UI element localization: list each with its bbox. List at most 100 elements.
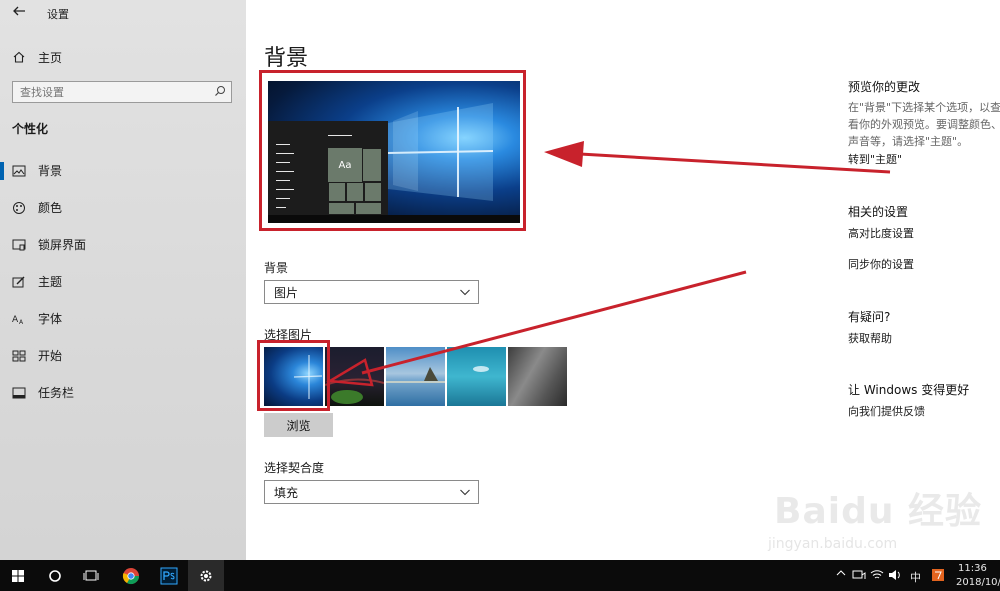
chevron-down-icon [460, 489, 470, 496]
preview-tile-aa: Aa [328, 148, 362, 182]
desktop-preview: Aa [268, 81, 520, 223]
menu-line [276, 198, 290, 199]
thumbnail-beach[interactable] [386, 347, 445, 406]
notification-app-button[interactable] [931, 568, 945, 585]
photoshop-icon [160, 567, 178, 584]
sidebar-item-colors[interactable]: 颜色 [0, 189, 246, 226]
clock-date[interactable]: 2018/10/2 [956, 577, 1000, 588]
cortana-button[interactable] [37, 560, 73, 591]
svg-text:A: A [19, 319, 24, 326]
sidebar-item-label: 颜色 [38, 201, 63, 215]
preview-tile [328, 202, 355, 215]
thumbnail-highlight-box [257, 340, 330, 411]
sidebar-item-background[interactable]: 背景 [0, 152, 246, 189]
menu-line [276, 171, 294, 172]
menu-line [276, 153, 294, 154]
background-label: 背景 [264, 261, 289, 275]
back-arrow-icon [13, 6, 25, 16]
browse-button[interactable]: 浏览 [264, 413, 333, 437]
background-type-value: 图片 [274, 285, 299, 300]
watermark-text: Baidu 经验 [774, 491, 983, 532]
image-icon [12, 164, 26, 178]
chrome-icon [122, 567, 140, 584]
sidebar-item-start[interactable]: 开始 [0, 337, 246, 374]
fit-value: 填充 [274, 485, 299, 500]
better-windows-heading: 让 Windows 变得更好 [848, 383, 970, 397]
search-icon[interactable] [214, 85, 226, 97]
sidebar-item-lockscreen[interactable]: 锁屏界面 [0, 226, 246, 263]
get-help-link[interactable]: 获取帮助 [848, 330, 892, 346]
sidebar-item-label: 开始 [38, 349, 63, 363]
feedback-link[interactable]: 向我们提供反馈 [848, 403, 925, 419]
goto-theme-link[interactable]: 转到"主题" [848, 151, 902, 167]
search-box[interactable] [12, 81, 232, 103]
chrome-taskbar-button[interactable] [113, 560, 149, 591]
nav-list: 背景 颜色 锁屏界面 主题 AA 字体 开始 任务栏 [0, 152, 246, 411]
sidebar-item-label: 任务栏 [38, 386, 75, 400]
sidebar-item-label: 字体 [38, 312, 63, 326]
back-button[interactable] [10, 4, 28, 22]
task-view-button[interactable] [73, 560, 109, 591]
sidebar-item-label: 背景 [38, 164, 63, 178]
menu-line [276, 189, 294, 190]
app-title: 设置 [47, 8, 69, 21]
volume-tray-button[interactable] [888, 569, 902, 584]
taskbar-icon [12, 386, 26, 400]
sidebar-item-fonts[interactable]: AA 字体 [0, 300, 246, 337]
sidebar-item-label: 主题 [38, 275, 63, 289]
start-button[interactable] [0, 560, 36, 591]
clock-time[interactable]: 11:36 [958, 563, 987, 574]
preview-tile [328, 182, 346, 202]
background-type-select[interactable]: 图片 [264, 280, 479, 304]
settings-sidebar: 设置 主页 个性化 背景 颜色 锁屏界面 [0, 0, 246, 560]
ime-indicator[interactable]: 中 [910, 569, 921, 585]
photoshop-taskbar-button[interactable] [151, 560, 187, 591]
fit-label: 选择契合度 [264, 461, 325, 475]
fit-select[interactable]: 填充 [264, 480, 479, 504]
system-tray: 中 11:36 2018/10/2 [830, 560, 1000, 591]
high-contrast-link[interactable]: 高对比度设置 [848, 225, 914, 241]
right-panel: 预览你的更改 在"背景"下选择某个选项，以查看你的外观预览。要调整颜色、声音等，… [826, 0, 1000, 560]
watermark-sub: jingyan.baidu.com [768, 536, 898, 552]
preview-heading: 预览你的更改 [848, 80, 921, 94]
windows-start-icon [12, 569, 24, 582]
home-icon [13, 51, 25, 63]
chevron-up-icon [836, 570, 846, 576]
window-controls [940, 0, 1000, 24]
show-hidden-icons-button[interactable] [836, 569, 846, 580]
wifi-icon [870, 570, 884, 579]
title-bar: 设置 [0, 0, 246, 28]
sync-settings-link[interactable]: 同步你的设置 [848, 256, 914, 272]
menu-line [276, 207, 286, 208]
lockscreen-icon [12, 238, 26, 252]
preview-tile [355, 202, 382, 215]
home-link[interactable]: 主页 [12, 47, 62, 67]
app-tray-icon [932, 569, 944, 581]
chevron-down-icon [460, 289, 470, 296]
page-title: 背景 [264, 46, 309, 71]
thumbnail-underwater[interactable] [447, 347, 506, 406]
palette-icon [12, 201, 26, 215]
thumbnail-night-sky[interactable] [325, 347, 384, 406]
menu-line [328, 135, 352, 136]
home-label: 主页 [38, 50, 63, 65]
gear-icon [200, 570, 212, 581]
task-view-icon [83, 570, 99, 580]
sidebar-item-label: 锁屏界面 [38, 238, 87, 252]
search-input[interactable] [13, 82, 210, 102]
sidebar-item-themes[interactable]: 主题 [0, 263, 246, 300]
windows-taskbar: 中 11:36 2018/10/2 [0, 560, 1000, 591]
main-content: 背景 Aa 背景 图片 选择图片 浏览 选择契合度 填充 [246, 0, 826, 560]
sidebar-item-taskbar[interactable]: 任务栏 [0, 374, 246, 411]
start-icon [12, 349, 26, 363]
svg-text:A: A [12, 315, 19, 325]
thumbnail-rock[interactable] [508, 347, 567, 406]
wifi-tray-button[interactable] [870, 569, 884, 584]
preview-tile [362, 148, 382, 182]
volume-icon [889, 570, 900, 580]
section-title: 个性化 [12, 122, 49, 136]
network-tray-button[interactable] [852, 569, 866, 584]
preview-highlight-box: Aa [259, 70, 526, 231]
preview-tile [364, 182, 382, 202]
settings-taskbar-button[interactable] [188, 560, 224, 591]
